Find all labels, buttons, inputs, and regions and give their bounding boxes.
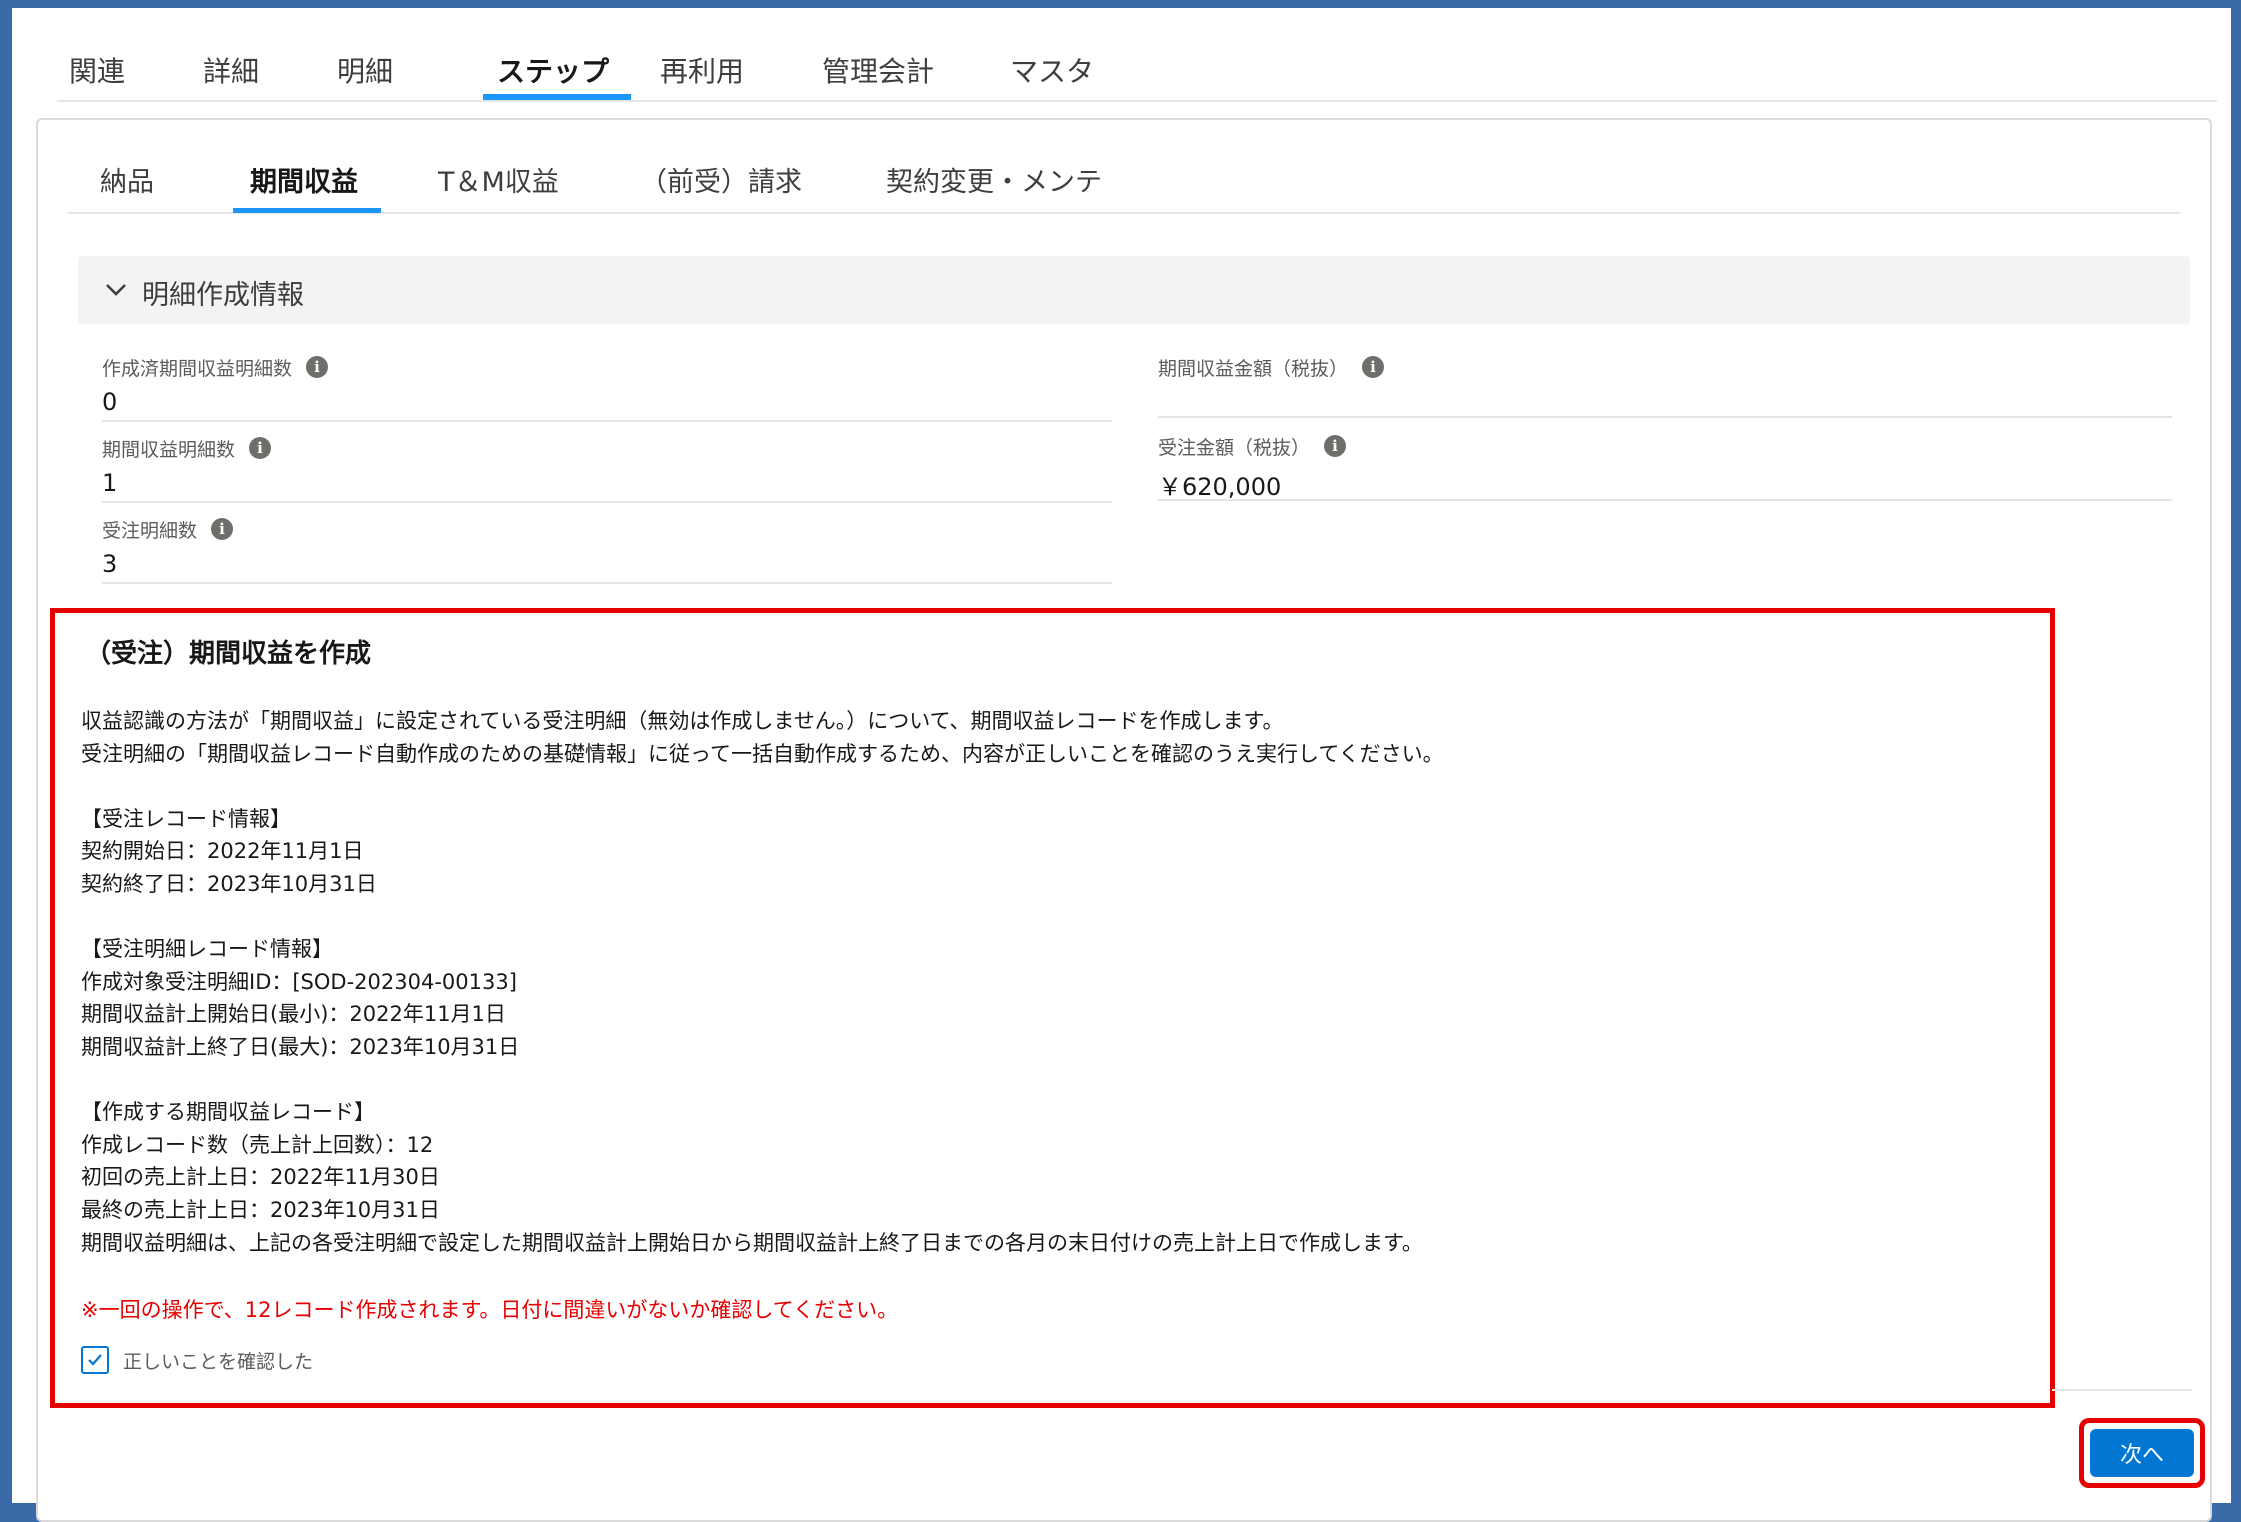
tab-management-accounting[interactable]: 管理会計 [822, 50, 934, 90]
instruction-panel: （受注）期間収益を作成 収益認識の方法が「期間収益」に設定されている受注明細（無… [50, 608, 2055, 1408]
info-icon[interactable]: i [306, 356, 329, 378]
field-label: 期間収益金額（税抜） [1158, 357, 1349, 380]
field-value: 3 [102, 550, 118, 578]
field-label: 受注金額（税抜） [1158, 436, 1311, 459]
subtab-contract-change[interactable]: 契約変更・メンテ [886, 160, 1102, 199]
tab-master[interactable]: マスタ [1010, 50, 1094, 90]
subtab-delivery[interactable]: 納品 [100, 160, 154, 199]
field-value: ￥620,000 [1158, 473, 1282, 501]
field-period-revenue-amount: 期間収益金額（税抜） i [1158, 352, 2172, 418]
confirm-checkbox-row[interactable]: 正しいことを確認した [81, 1346, 313, 1374]
warning-text: ※一回の操作で、12レコード作成されます。日付に間違いがないか確認してください。 [81, 1298, 899, 1322]
instruction-title: （受注）期間収益を作成 [85, 639, 372, 669]
field-divider [102, 501, 1112, 503]
field-order-line-count: 受注明細数 i 3 [102, 514, 1112, 584]
field-divider [102, 420, 1112, 422]
top-tab-bar: 関連 詳細 明細 ステップ 再利用 管理会計 マスタ [57, 30, 2217, 102]
footer-divider [2052, 1389, 2192, 1391]
field-order-amount: 受注金額（税抜） i ￥620,000 [1158, 431, 2172, 501]
next-button[interactable]: 次へ [2090, 1429, 2194, 1477]
field-label: 作成済期間収益明細数 [102, 357, 293, 380]
confirm-checkbox[interactable] [81, 1346, 109, 1374]
info-icon[interactable]: i [249, 437, 272, 459]
field-divider [1158, 499, 2172, 501]
field-label: 受注明細数 [102, 519, 198, 542]
field-created-period-revenue-count: 作成済期間収益明細数 i 0 [102, 352, 1112, 422]
info-icon[interactable]: i [1324, 435, 1347, 457]
tab-related[interactable]: 関連 [69, 50, 125, 90]
section-title: 明細作成情報 [142, 280, 304, 311]
field-value: 0 [102, 388, 118, 416]
tab-details[interactable]: 詳細 [203, 50, 259, 90]
info-icon[interactable]: i [211, 518, 234, 540]
active-tab-indicator [483, 94, 631, 100]
field-label: 期間収益明細数 [102, 438, 236, 461]
chevron-down-icon [106, 284, 126, 296]
subtab-tm-revenue[interactable]: T＆M収益 [438, 160, 559, 199]
instruction-body: 収益認識の方法が「期間収益」に設定されている受注明細（無効は作成しません。）につ… [81, 709, 1444, 1255]
tab-steps[interactable]: ステップ [497, 50, 609, 90]
field-divider [1158, 416, 2172, 418]
active-subtab-indicator [233, 208, 381, 213]
subtab-period-revenue[interactable]: 期間収益 [250, 160, 358, 199]
info-icon[interactable]: i [1362, 356, 1385, 378]
next-button-highlight: 次へ [2079, 1418, 2205, 1488]
field-value: 1 [102, 469, 118, 497]
confirm-label: 正しいことを確認した [123, 1350, 314, 1373]
field-period-revenue-count: 期間収益明細数 i 1 [102, 433, 1112, 503]
section-header[interactable]: 明細作成情報 [78, 256, 2190, 324]
subtab-advance-billing[interactable]: （前受）請求 [640, 160, 802, 199]
field-divider [102, 582, 1112, 584]
tab-line-items[interactable]: 明細 [337, 50, 393, 90]
tab-reuse[interactable]: 再利用 [660, 50, 744, 90]
sub-tab-bar: 納品 期間収益 T＆M収益 （前受）請求 契約変更・メンテ [68, 120, 2180, 214]
checkmark-icon [88, 1354, 102, 1366]
page-frame: 関連 詳細 明細 ステップ 再利用 管理会計 マスタ 納品 期間収益 T＆M収益… [12, 8, 2231, 1522]
